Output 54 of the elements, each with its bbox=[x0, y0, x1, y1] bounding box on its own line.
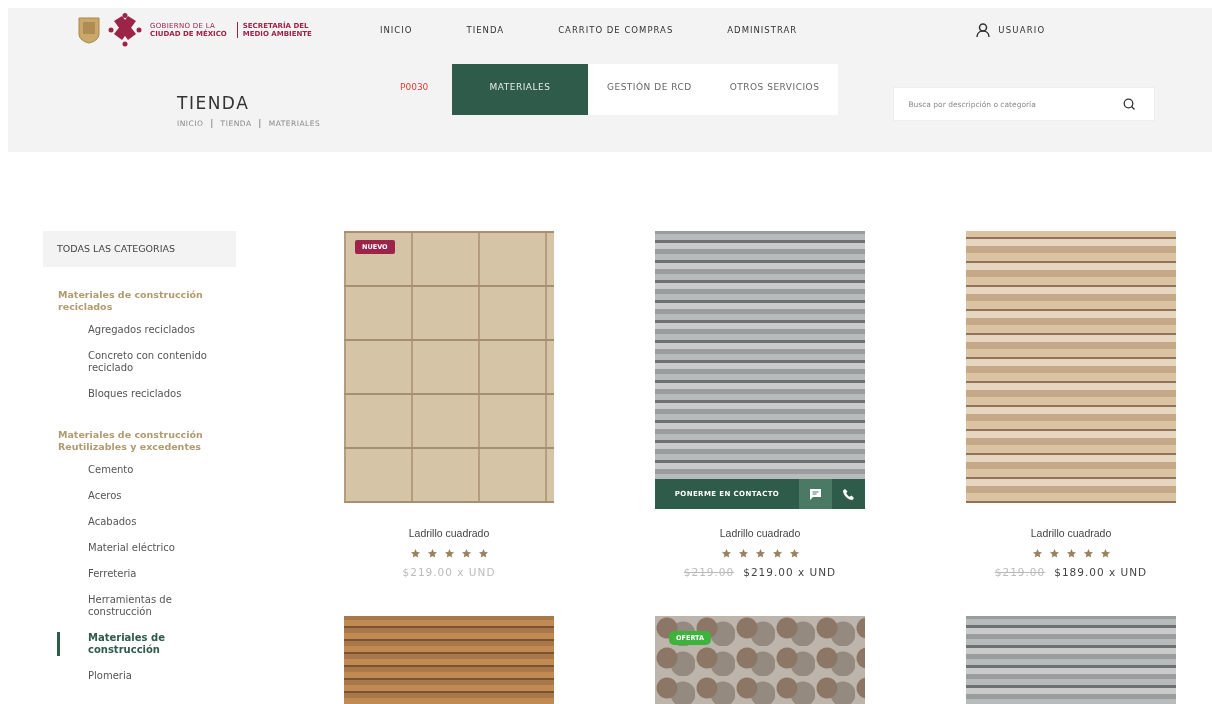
phone-icon bbox=[843, 488, 854, 500]
star-icon bbox=[1083, 549, 1093, 558]
star-icon bbox=[789, 549, 799, 558]
category-item[interactable]: Plomeria bbox=[43, 670, 228, 682]
nav-link[interactable]: ADMINISTRAR bbox=[727, 25, 798, 35]
category-item[interactable]: Herramientas de construcción bbox=[43, 594, 228, 618]
star-icon bbox=[410, 549, 420, 558]
search-icon bbox=[1123, 98, 1136, 110]
product-name[interactable]: Ladrillo cuadrado bbox=[408, 527, 490, 539]
star-icon bbox=[461, 549, 471, 558]
category-item[interactable]: Cemento bbox=[43, 464, 228, 476]
product-name[interactable]: Ladrillo cuadrado bbox=[1030, 527, 1112, 539]
star-icon bbox=[478, 549, 488, 558]
tab[interactable]: MATERIALES bbox=[452, 64, 588, 115]
nav-link[interactable]: INICIO bbox=[380, 25, 413, 35]
price: $219.00 x UND bbox=[743, 566, 837, 578]
user-link[interactable]: USUARIO bbox=[976, 23, 1046, 37]
old-price: $219.00 bbox=[683, 566, 735, 578]
category-item[interactable]: Ferreteria bbox=[43, 568, 228, 580]
star-icon bbox=[444, 549, 454, 558]
old-price: $219.00 bbox=[994, 566, 1046, 578]
price: $189.00 x UND bbox=[1054, 566, 1148, 578]
tab[interactable]: GESTIÓN DE RCD bbox=[588, 64, 711, 115]
logo-icon bbox=[108, 13, 142, 47]
star-icon bbox=[721, 549, 731, 558]
star-icon bbox=[1100, 549, 1110, 558]
chat-icon bbox=[810, 488, 821, 500]
star-icon bbox=[1049, 549, 1059, 558]
emblem-icon bbox=[78, 16, 100, 44]
category-item[interactable]: Aceros bbox=[43, 490, 228, 502]
star-icon bbox=[755, 549, 765, 558]
star-icon bbox=[427, 549, 437, 558]
page-title: TIENDA bbox=[177, 93, 251, 113]
star-icon bbox=[1032, 549, 1042, 558]
category-item[interactable]: Materiales de construcción bbox=[57, 632, 228, 656]
star-icon bbox=[738, 549, 748, 558]
category-heading: TODAS LAS CATEGORIAS bbox=[43, 231, 236, 267]
category-item[interactable]: Acabados bbox=[43, 516, 228, 528]
user-icon bbox=[976, 23, 991, 37]
category-item[interactable]: Concreto con contenido reciclado bbox=[43, 350, 228, 374]
product-code: P0030 bbox=[400, 82, 430, 92]
nav-link[interactable]: TIENDA bbox=[466, 25, 505, 35]
breadcrumb-separator: | bbox=[209, 119, 215, 128]
tab[interactable]: OTROS SERVICIOS bbox=[710, 64, 839, 115]
product-name[interactable]: Ladrillo cuadrado bbox=[719, 527, 801, 539]
star-icon bbox=[772, 549, 782, 558]
star-icon bbox=[1066, 549, 1076, 558]
price: $219.00 x UND bbox=[402, 566, 496, 578]
category-item[interactable]: Bloques reciclados bbox=[43, 388, 228, 400]
chat-button[interactable] bbox=[799, 479, 832, 509]
breadcrumb-separator: | bbox=[257, 119, 263, 128]
nav-link[interactable]: CARRITO DE COMPRAS bbox=[558, 25, 674, 35]
category-item[interactable]: Material eléctrico bbox=[43, 542, 228, 554]
category-item[interactable]: Agregados reciclados bbox=[43, 324, 228, 336]
